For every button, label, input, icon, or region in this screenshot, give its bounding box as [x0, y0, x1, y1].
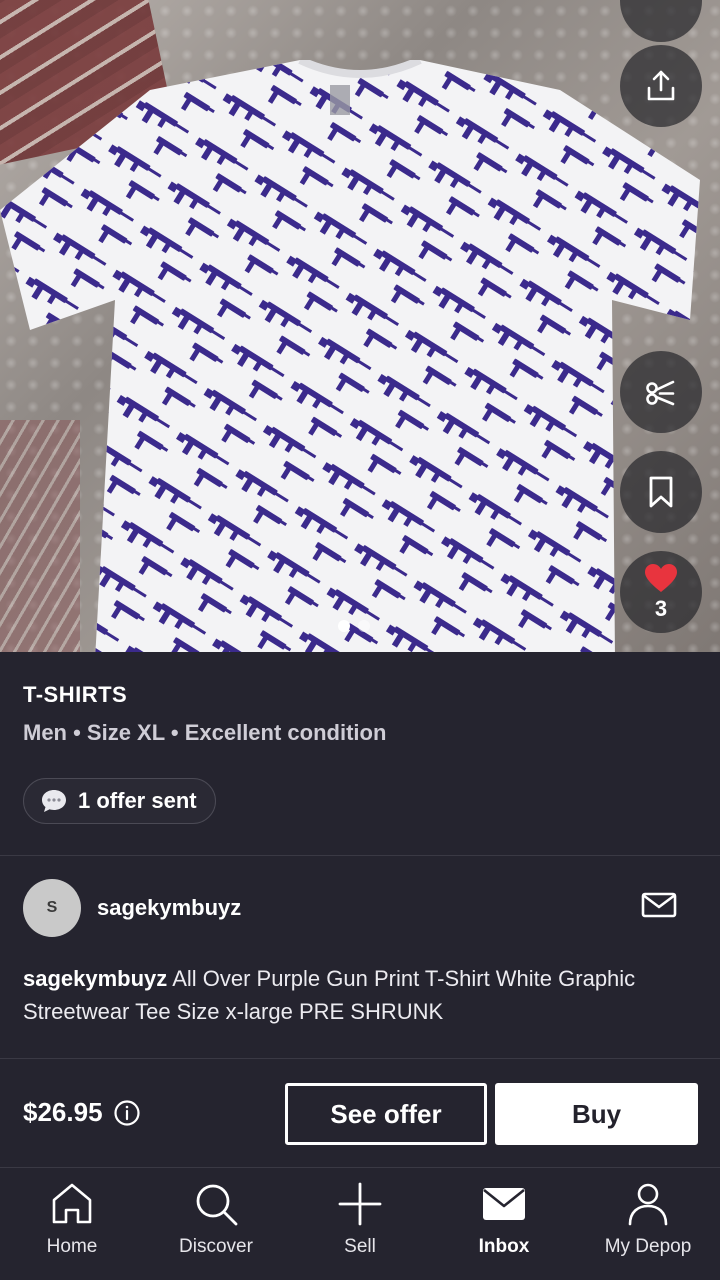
offer-status-pill[interactable]: 1 offer sent: [23, 778, 216, 824]
mail-icon: [483, 1188, 525, 1220]
divider: [0, 1058, 720, 1059]
listing-meta: Men • Size XL • Excellent condition: [23, 720, 387, 745]
tab-inbox[interactable]: Inbox: [432, 1168, 576, 1280]
tshirt-image: [0, 60, 700, 652]
share-icon: [647, 70, 675, 101]
tab-home[interactable]: Home: [0, 1168, 144, 1280]
offer-status-label: 1 offer sent: [78, 788, 197, 813]
tab-my-depop-label: My Depop: [604, 1236, 692, 1257]
mail-icon: [641, 892, 677, 918]
share-button[interactable]: [620, 45, 702, 127]
divider: [0, 855, 720, 856]
buy-button[interactable]: Buy: [495, 1083, 698, 1145]
tab-home-label: Home: [46, 1236, 98, 1257]
tab-my-depop[interactable]: My Depop: [576, 1168, 720, 1280]
like-count: 3: [654, 596, 668, 621]
price-drop-button[interactable]: [620, 351, 702, 433]
pager-dot-active[interactable]: [338, 620, 350, 632]
seller-username[interactable]: sagekymbuyz: [97, 895, 241, 921]
person-icon: [628, 1183, 668, 1226]
tab-sell-label: Sell: [344, 1236, 376, 1257]
tab-discover-label: Discover: [179, 1236, 253, 1257]
home-icon: [52, 1183, 92, 1224]
tab-inbox-label: Inbox: [478, 1236, 530, 1257]
seller-avatar[interactable]: S: [23, 879, 81, 937]
chat-bubble-icon: [42, 790, 66, 812]
product-photo[interactable]: 3: [0, 0, 720, 652]
like-button[interactable]: 3: [620, 551, 702, 633]
description-username[interactable]: sagekymbuyz: [23, 966, 167, 991]
more-icon: [646, 0, 676, 16]
search-icon: [196, 1184, 238, 1226]
see-offer-button[interactable]: See offer: [285, 1083, 487, 1145]
seller-row[interactable]: S sagekymbuyz: [23, 879, 241, 937]
tab-sell[interactable]: Sell: [288, 1168, 432, 1280]
info-icon[interactable]: [113, 1099, 141, 1127]
plus-icon: [338, 1182, 382, 1226]
pager-dot[interactable]: [358, 620, 370, 632]
listing-category[interactable]: T-SHIRTS: [23, 682, 127, 708]
price-value: $26.95: [23, 1097, 103, 1127]
bookmark-icon: [649, 476, 673, 508]
save-button[interactable]: [620, 451, 702, 533]
heart-icon: [645, 564, 677, 592]
listing-description: sagekymbuyz All Over Purple Gun Print T-…: [23, 962, 698, 1028]
tab-discover[interactable]: Discover: [144, 1168, 288, 1280]
image-pager[interactable]: [338, 620, 370, 632]
message-seller-button[interactable]: [640, 890, 678, 925]
price-row: $26.95: [23, 1097, 141, 1128]
scissors-icon: [646, 380, 675, 406]
bottom-tab-bar: Home Discover Sell Inbox My Depop: [0, 1168, 720, 1280]
